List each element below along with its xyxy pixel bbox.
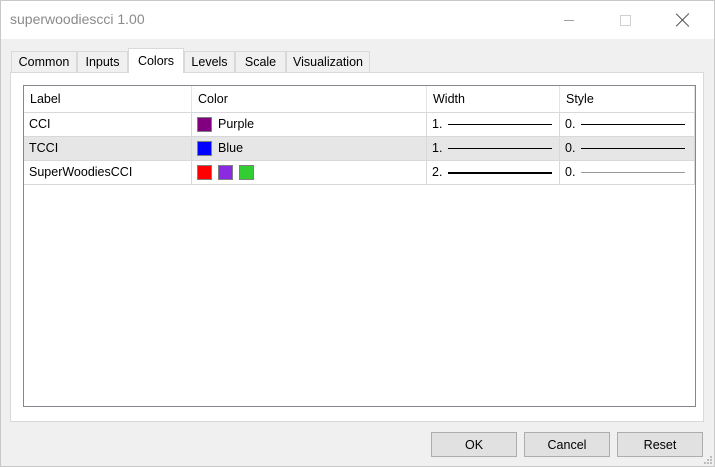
style-value: 0. (565, 141, 576, 155)
width-value: 1. (432, 141, 443, 155)
tab-visualization[interactable]: Visualization (286, 51, 370, 72)
cancel-button[interactable]: Cancel (524, 432, 610, 457)
minimize-icon (564, 19, 574, 21)
color-swatch[interactable] (197, 165, 212, 180)
width-cell[interactable]: 2. (427, 161, 560, 184)
title-bar: superwoodiescci 1.00 (1, 1, 714, 39)
window-title: superwoodiescci 1.00 (10, 11, 145, 27)
row-label: CCI (24, 113, 192, 136)
dialog-window: superwoodiescci 1.00 Common Inputs Color… (0, 0, 715, 467)
width-value: 1. (432, 117, 443, 131)
table-row[interactable]: TCCI Blue 1. 0. (24, 136, 695, 160)
style-cell[interactable]: 0. (560, 161, 695, 184)
maximize-icon (619, 14, 631, 26)
line-style-preview (581, 124, 685, 125)
table-header: Label Color Width Style (24, 86, 695, 112)
style-value: 0. (565, 117, 576, 131)
color-swatch[interactable] (218, 165, 233, 180)
reset-button[interactable]: Reset (617, 432, 703, 457)
line-style-preview (581, 148, 685, 149)
table-row[interactable]: CCI Purple 1. 0. (24, 112, 695, 136)
ok-button[interactable]: OK (431, 432, 517, 457)
tab-colors[interactable]: Colors (128, 48, 184, 73)
column-header-style[interactable]: Style (560, 86, 695, 112)
line-width-preview (448, 171, 552, 174)
width-value: 2. (432, 165, 443, 179)
minimize-button[interactable] (546, 1, 592, 39)
row-label: SuperWoodiesCCI (24, 161, 192, 184)
table-row[interactable]: SuperWoodiesCCI 2. 0. (24, 160, 695, 185)
column-header-color[interactable]: Color (192, 86, 427, 112)
row-label: TCCI (24, 137, 192, 160)
column-header-width[interactable]: Width (427, 86, 560, 112)
color-swatch[interactable] (197, 117, 212, 132)
color-cell[interactable]: Purple (192, 113, 427, 136)
colors-table: Label Color Width Style CCI Purple 1. 0. (23, 85, 696, 407)
color-swatch[interactable] (197, 141, 212, 156)
line-style-preview (581, 172, 685, 173)
close-button[interactable] (660, 1, 706, 39)
color-name: Blue (218, 141, 244, 155)
colors-tab-panel: Label Color Width Style CCI Purple 1. 0. (10, 72, 704, 422)
color-cell[interactable]: Blue (192, 137, 427, 160)
line-width-preview (448, 124, 552, 125)
style-value: 0. (565, 165, 576, 179)
color-cell[interactable] (192, 161, 427, 184)
style-cell[interactable]: 0. (560, 137, 695, 160)
color-name: Purple (218, 117, 255, 131)
line-width-preview (448, 148, 552, 149)
width-cell[interactable]: 1. (427, 113, 560, 136)
width-cell[interactable]: 1. (427, 137, 560, 160)
maximize-button[interactable] (602, 1, 648, 39)
tab-levels[interactable]: Levels (184, 51, 235, 72)
tab-inputs[interactable]: Inputs (77, 51, 128, 72)
resize-grip-icon[interactable] (702, 454, 712, 464)
style-cell[interactable]: 0. (560, 113, 695, 136)
tab-scale[interactable]: Scale (235, 51, 286, 72)
color-swatch[interactable] (239, 165, 254, 180)
column-header-label[interactable]: Label (24, 86, 192, 112)
close-icon (676, 13, 690, 27)
tab-common[interactable]: Common (11, 51, 77, 72)
